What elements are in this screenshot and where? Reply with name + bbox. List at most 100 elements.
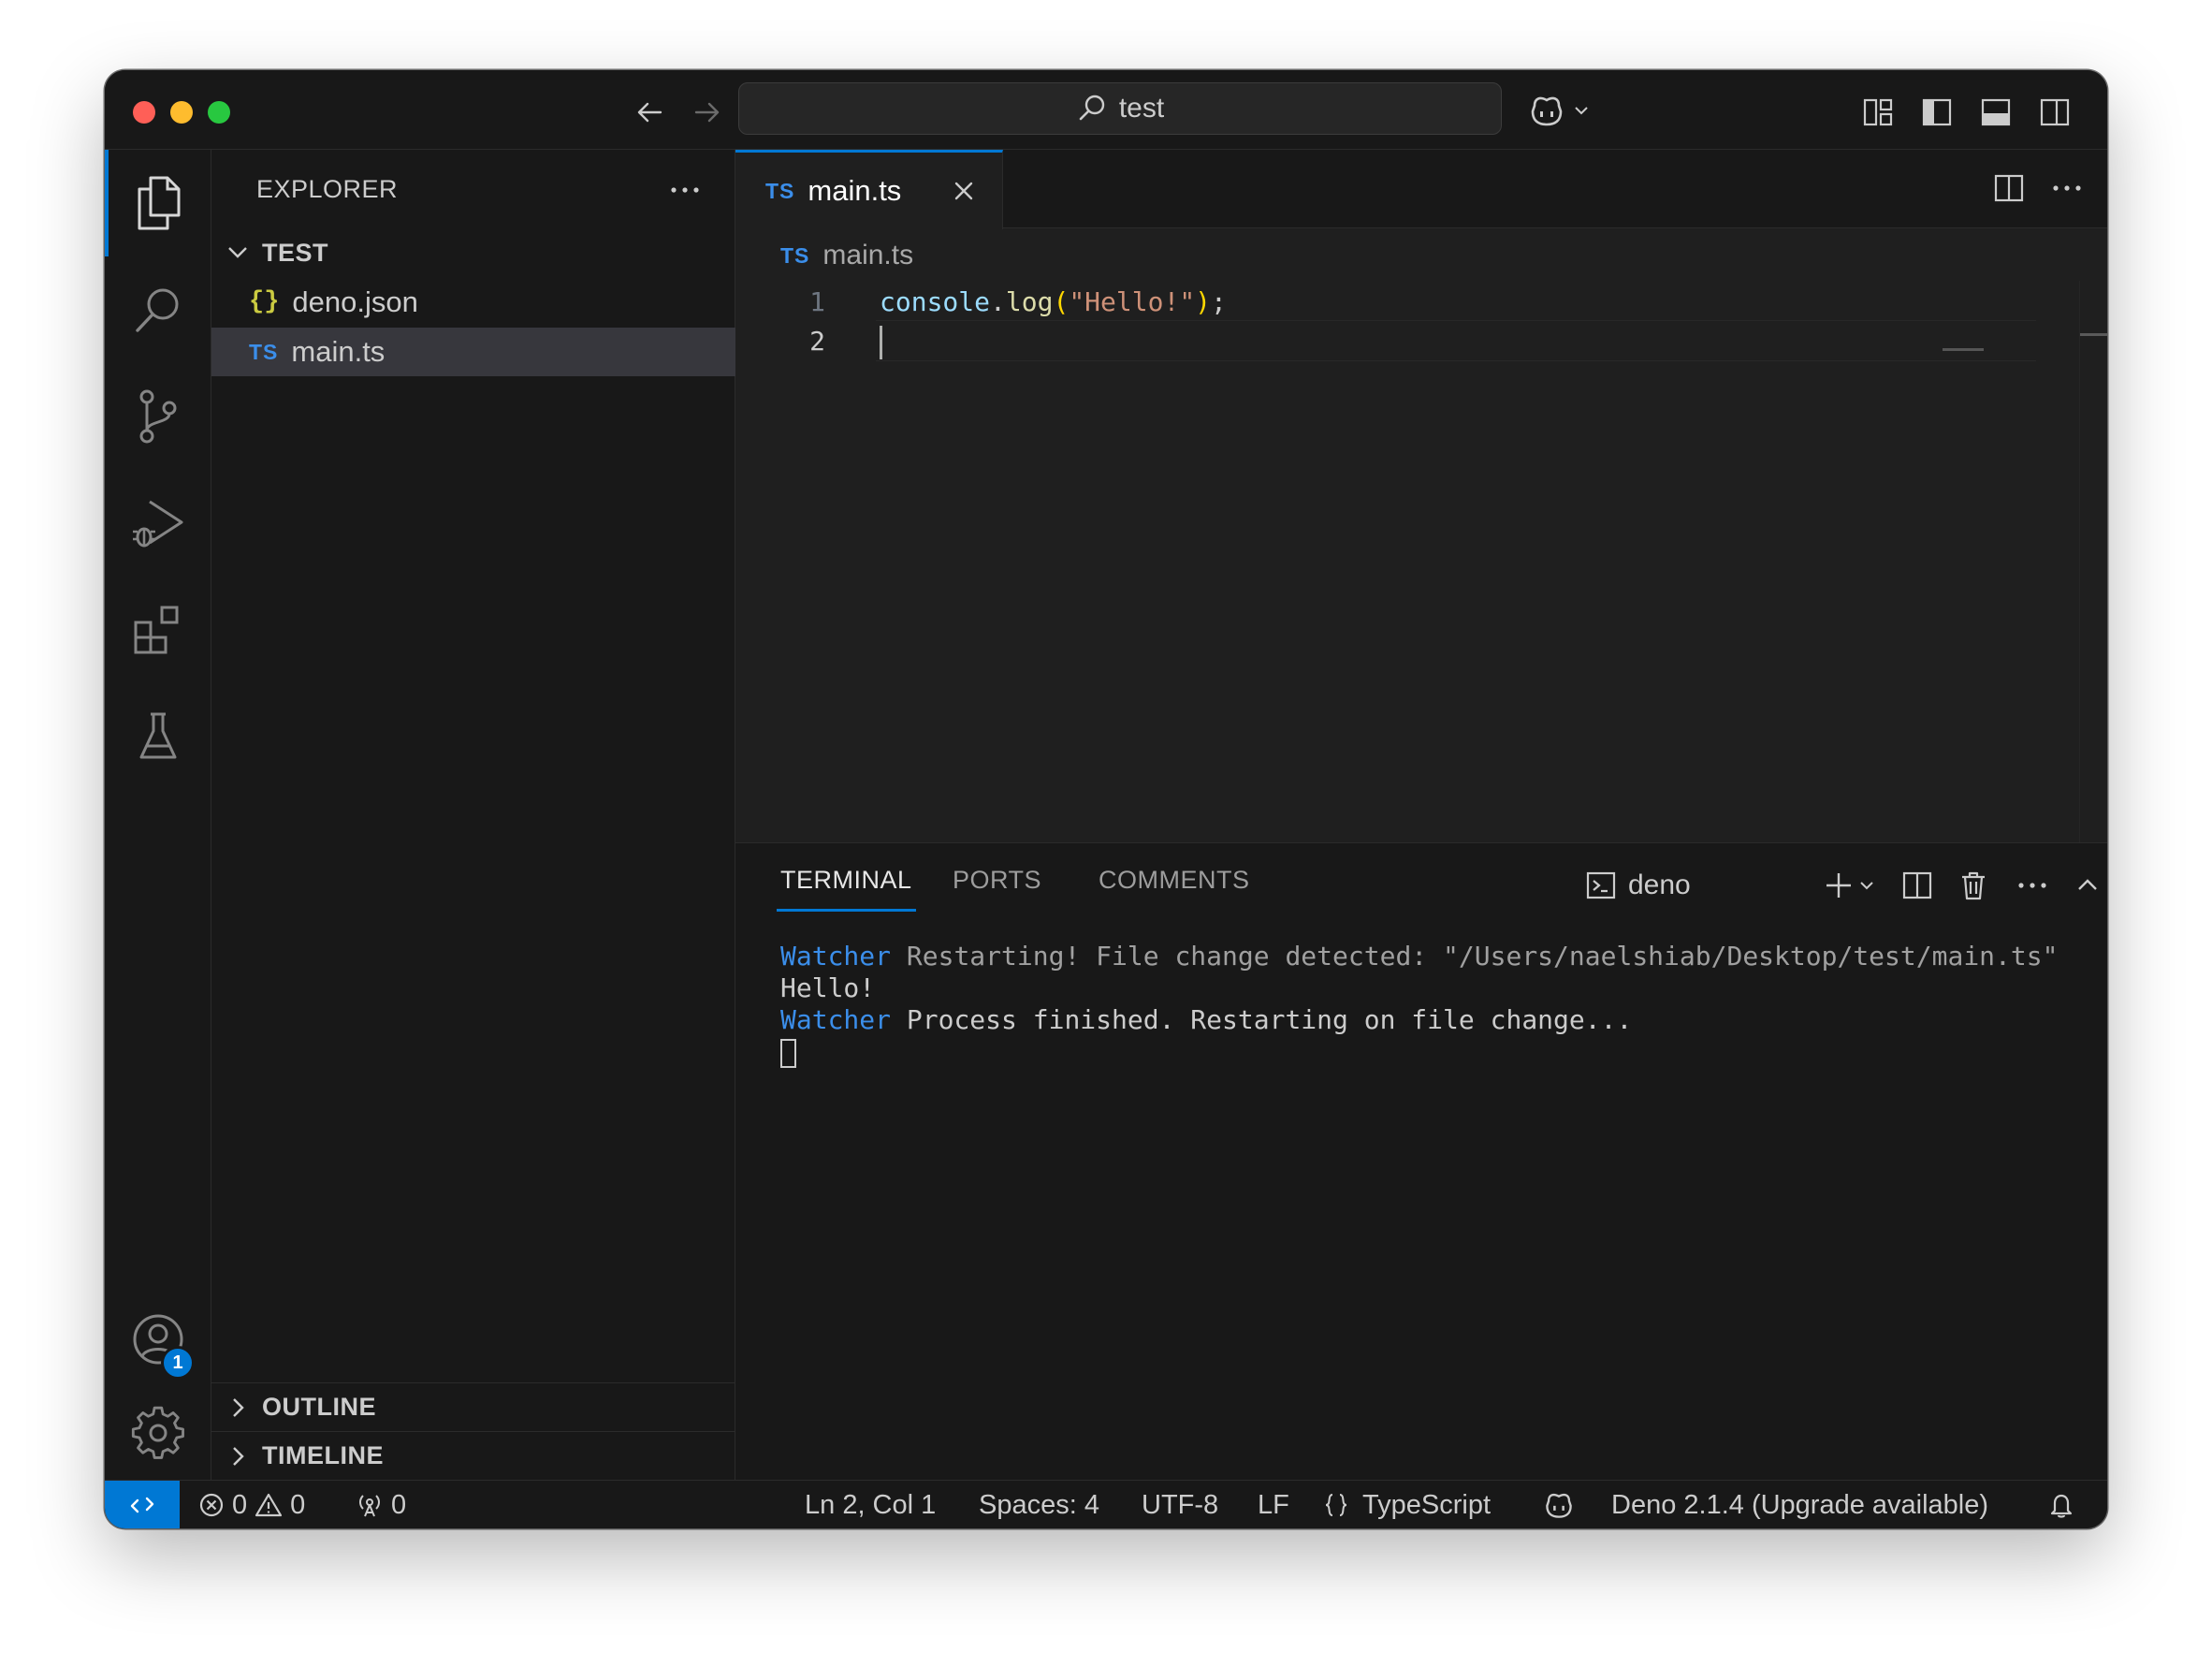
- explorer-sidebar: EXPLORER TEST {} deno.json TS main.ts OU…: [211, 150, 735, 1480]
- folder-test[interactable]: TEST: [211, 228, 735, 277]
- token-semicolon: ;: [1211, 285, 1227, 317]
- zoom-window-button[interactable]: [208, 101, 230, 124]
- chevron-up-icon: [2078, 879, 2097, 890]
- code-line-2[interactable]: 2: [735, 320, 2045, 361]
- problems-status[interactable]: 0 0: [198, 1481, 305, 1528]
- token-object: console: [880, 285, 991, 317]
- activity-run-debug[interactable]: [105, 470, 211, 577]
- terminal-selector[interactable]: deno: [1585, 864, 1691, 907]
- code-line-1[interactable]: 1 console.log("Hello!");: [735, 281, 2045, 322]
- tab-main-ts[interactable]: TS main.ts: [735, 150, 1003, 229]
- notifications-button[interactable]: [2047, 1481, 2075, 1528]
- text-cursor: [880, 326, 882, 359]
- token-function: log: [1005, 285, 1054, 317]
- activity-accounts[interactable]: 1: [105, 1286, 211, 1393]
- tab-terminal[interactable]: TERMINAL: [777, 866, 916, 912]
- ports-status[interactable]: 0: [356, 1481, 406, 1528]
- activity-source-control[interactable]: [105, 363, 211, 470]
- editor-tab-bar: TS main.ts: [735, 150, 2107, 229]
- braces-icon: [1325, 1494, 1347, 1516]
- cursor-position-status[interactable]: Ln 2, Col 1: [805, 1481, 936, 1528]
- editor-more-actions-button[interactable]: [2045, 167, 2088, 210]
- panel-bottom-icon: [1981, 98, 2011, 126]
- split-icon: [1902, 871, 1932, 899]
- arrow-left-icon: [637, 102, 662, 123]
- warning-icon: [255, 1493, 283, 1517]
- vscode-window: test 1 EXPLORER TEST {} deno.json TS mai…: [105, 70, 2107, 1528]
- customize-layout-button[interactable]: [1856, 91, 1899, 134]
- breadcrumb[interactable]: TS main.ts: [780, 236, 913, 275]
- explorer-more-actions-button[interactable]: [663, 168, 706, 212]
- terminal-icon: [1586, 871, 1616, 899]
- ellipsis-icon: [671, 187, 699, 193]
- terminal-output[interactable]: Watcher Restarting! File change detected…: [780, 941, 2058, 1068]
- ellipsis-icon: [2053, 185, 2081, 191]
- activity-explorer[interactable]: [105, 150, 211, 256]
- close-window-button[interactable]: [133, 101, 155, 124]
- layout-grid-icon: [1863, 98, 1893, 126]
- watcher-label: Watcher: [780, 1004, 892, 1035]
- ellipsis-icon: [2018, 883, 2046, 888]
- kill-terminal-button[interactable]: [1952, 864, 1995, 907]
- toggle-primary-sidebar-button[interactable]: [1915, 91, 1958, 134]
- section-timeline[interactable]: TIMELINE: [211, 1431, 735, 1480]
- toggle-panel-button[interactable]: [1974, 91, 2017, 134]
- panel-more-actions-button[interactable]: [2011, 864, 2054, 907]
- tab-comments[interactable]: COMMENTS: [1099, 866, 1250, 907]
- indentation-status[interactable]: Spaces: 4: [979, 1481, 1099, 1528]
- title-bar: test: [105, 70, 2107, 150]
- activity-extensions[interactable]: [105, 577, 211, 683]
- deno-version-status[interactable]: Deno 2.1.4 (Upgrade available): [1611, 1481, 1988, 1528]
- watcher-label: Watcher: [780, 941, 892, 972]
- error-count: 0: [232, 1489, 248, 1520]
- broadcast-icon: [359, 1495, 380, 1517]
- activity-manage[interactable]: [105, 1380, 211, 1486]
- encoding-status[interactable]: UTF-8: [1142, 1481, 1218, 1528]
- line-number: 1: [809, 285, 825, 317]
- terminal-cursor: [780, 1038, 796, 1068]
- terminal-text: Process finished. Restarting on file cha…: [891, 1004, 1633, 1035]
- file-deno-json[interactable]: {} deno.json: [211, 278, 735, 327]
- section-outline-label: OUTLINE: [262, 1393, 376, 1421]
- activity-search[interactable]: [105, 256, 211, 363]
- terminal-profiles-dropdown[interactable]: [1851, 864, 1883, 907]
- files-icon: [138, 176, 181, 230]
- activity-testing[interactable]: [105, 683, 211, 790]
- command-center-search[interactable]: test: [738, 82, 1502, 135]
- explorer-title: EXPLORER: [256, 175, 399, 203]
- editor-scrollbar[interactable]: [2079, 281, 2107, 842]
- minimap-line: [1943, 348, 1984, 351]
- file-main-ts[interactable]: TS main.ts: [211, 328, 735, 376]
- copilot-menu-button[interactable]: [1527, 89, 1591, 132]
- minimize-window-button[interactable]: [170, 101, 193, 124]
- split-terminal-button[interactable]: [1896, 864, 1939, 907]
- language-mode-status[interactable]: TypeScript: [1323, 1481, 1491, 1528]
- editor-group: TS main.ts TS main.ts 1 console.log("Hel…: [735, 150, 2107, 842]
- split-editor-button[interactable]: [1987, 167, 2030, 210]
- token-paren-open: (: [1053, 285, 1070, 317]
- terminal-line: Watcher Restarting! File change detected…: [780, 941, 2058, 972]
- toggle-secondary-sidebar-button[interactable]: [2033, 91, 2076, 134]
- remote-indicator-button[interactable]: [105, 1481, 180, 1528]
- section-outline[interactable]: OUTLINE: [211, 1382, 735, 1431]
- chevron-right-icon: [233, 1446, 244, 1466]
- maximize-panel-button[interactable]: [2069, 864, 2106, 907]
- json-file-icon: {}: [249, 288, 280, 316]
- go-back-button[interactable]: [629, 91, 672, 134]
- terminal-name: deno: [1628, 870, 1691, 900]
- copilot-status[interactable]: [1542, 1481, 1576, 1528]
- close-icon: [954, 182, 973, 200]
- beaker-icon: [139, 712, 177, 759]
- chevron-down-icon: [228, 247, 247, 258]
- typescript-file-icon: TS: [765, 178, 795, 203]
- end-of-line-status[interactable]: LF: [1258, 1481, 1289, 1528]
- tab-ports[interactable]: PORTS: [953, 866, 1041, 907]
- terminal-line: Watcher Process finished. Restarting on …: [780, 1004, 2058, 1036]
- language-label: TypeScript: [1362, 1489, 1491, 1520]
- bell-icon: [2050, 1494, 2073, 1518]
- close-tab-button[interactable]: [942, 169, 985, 212]
- go-forward-button[interactable]: [685, 91, 728, 134]
- chevron-right-icon: [233, 1397, 244, 1417]
- copilot-icon: [1546, 1493, 1572, 1518]
- warning-count: 0: [290, 1489, 306, 1520]
